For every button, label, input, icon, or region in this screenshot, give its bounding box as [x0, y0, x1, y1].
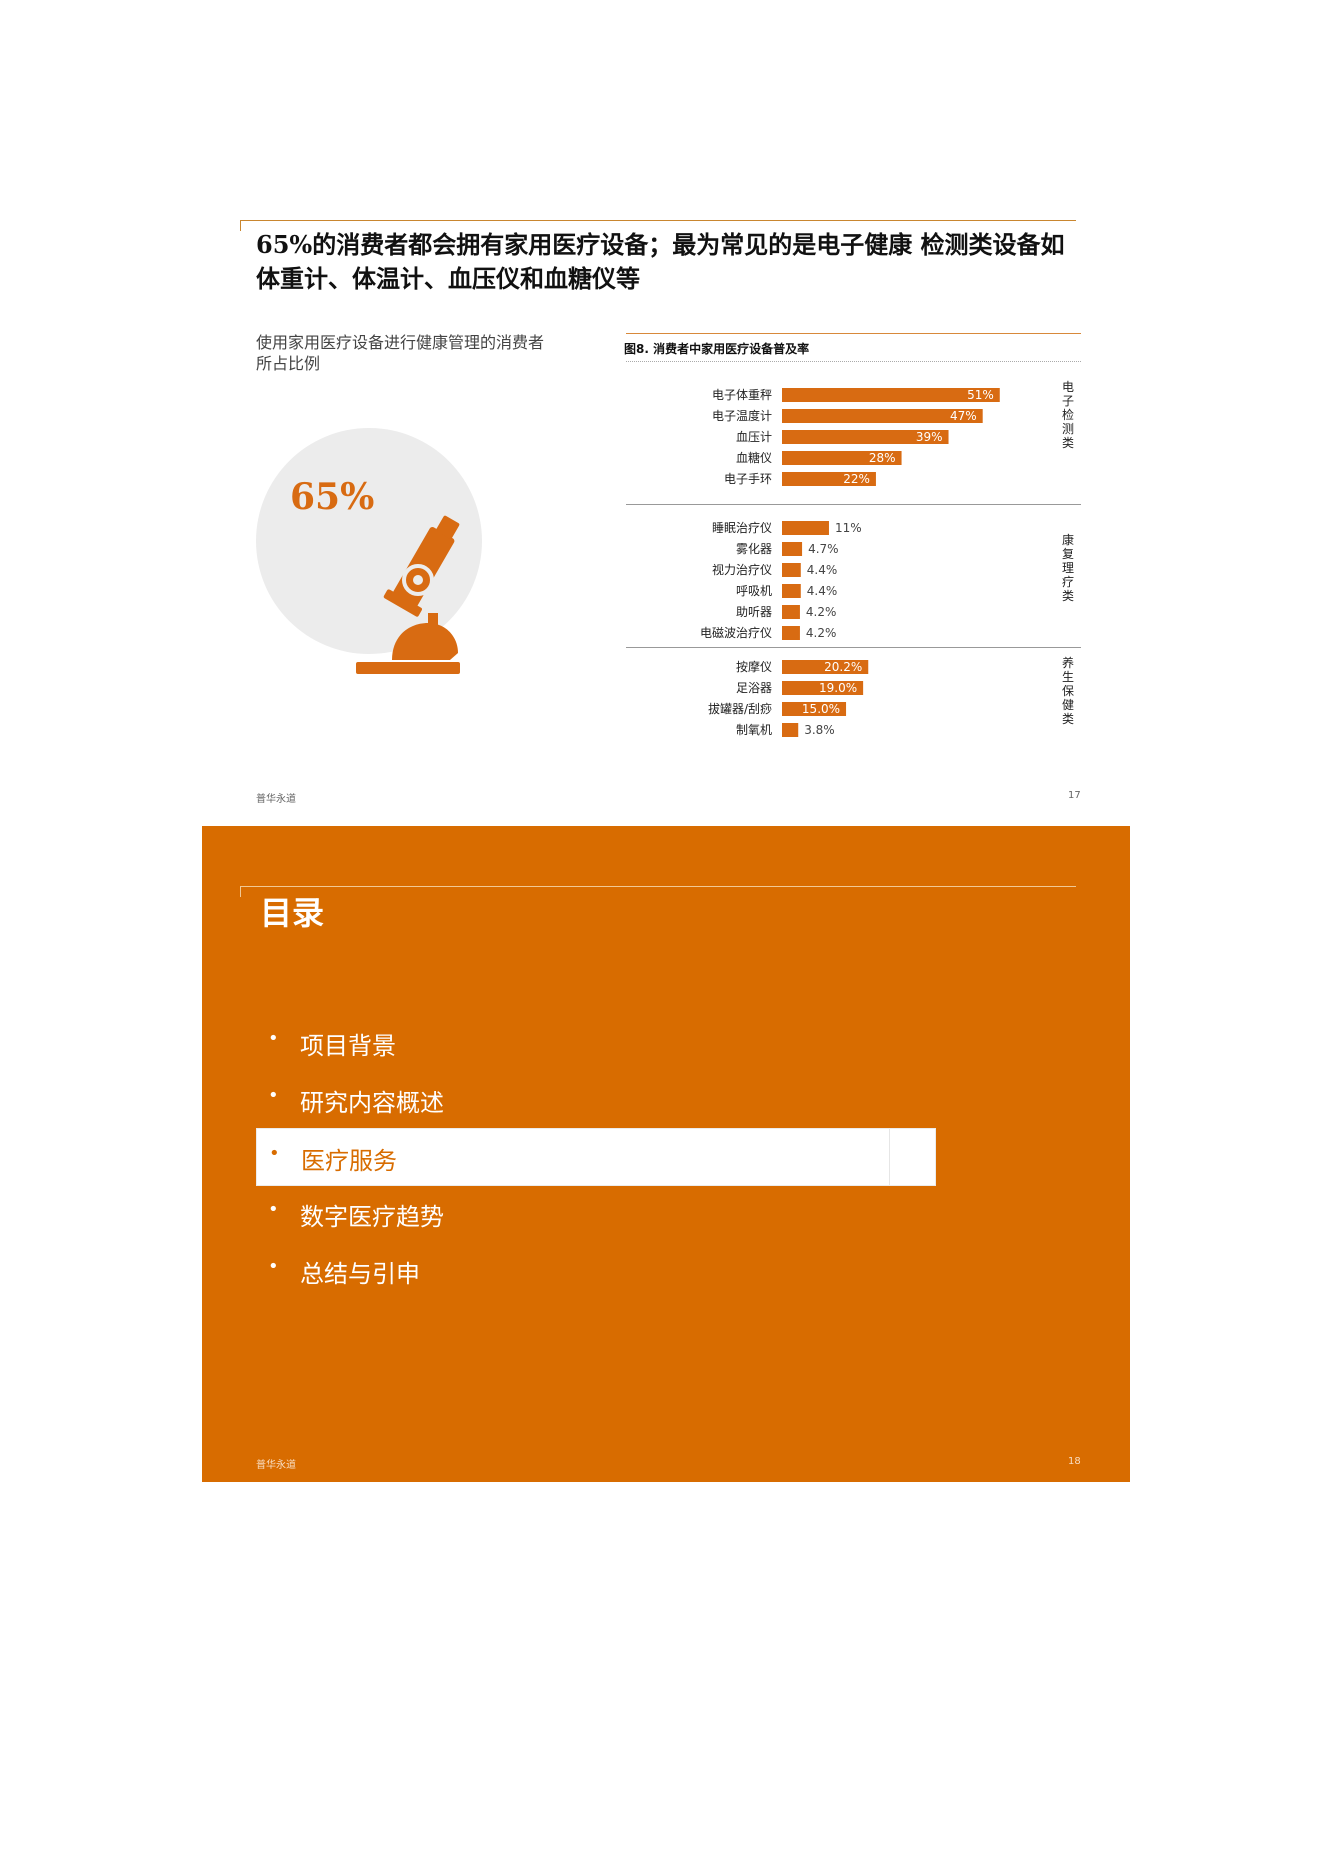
group-label-1: 电子检测类 [1061, 380, 1074, 450]
category-label: 雾化器 [736, 542, 772, 556]
category-label: 血压计 [736, 430, 772, 444]
category-label: 按摩仪 [736, 659, 772, 674]
bar [782, 563, 801, 577]
device-penetration-chart: 电子体重秤 51% 电子温度计 47% 血压计 39% 血糖仪 28% 电子手环 22% 睡眠治疗仪… [700, 388, 1000, 737]
toc-item-label: 研究内容概述 [300, 1089, 444, 1117]
bullet-icon: • [268, 1199, 279, 1220]
toc-item-summary[interactable]: • 总结与引申 [256, 1242, 934, 1298]
category-label: 足浴器 [736, 681, 772, 695]
bar [782, 542, 803, 556]
category-label: 拔罐器/刮痧 [708, 701, 772, 716]
category-label: 助听器 [736, 605, 772, 619]
category-label: 电磁波治疗仪 [700, 625, 772, 640]
toc-item-label: 总结与引申 [300, 1260, 420, 1288]
toc-bracket [240, 886, 1076, 897]
category-label: 睡眠治疗仪 [712, 521, 772, 535]
highlight-separator [889, 1129, 890, 1185]
data-label: 3.8% [804, 723, 835, 737]
data-label: 51% [967, 388, 994, 402]
category-label: 呼吸机 [736, 584, 772, 598]
toc-item-label: 项目背景 [300, 1032, 396, 1060]
data-label: 39% [916, 430, 943, 444]
bullet-icon: • [268, 1085, 279, 1106]
microscope-icon [356, 515, 460, 674]
page-number: 17 [1068, 790, 1081, 801]
category-label: 电子温度计 [712, 408, 772, 423]
bar [782, 521, 829, 535]
chart-title: 图8. 消费者中家用医疗设备普及率 [624, 342, 810, 356]
toc-item-digital-trends[interactable]: • 数字医疗趋势 [256, 1185, 934, 1241]
chart-top-rule [626, 333, 1081, 334]
toc-title: 目录 [260, 894, 325, 932]
data-label: 11% [835, 521, 862, 535]
data-label: 4.2% [806, 605, 837, 619]
bar [782, 626, 800, 640]
data-label: 28% [869, 451, 896, 465]
bullet-icon: • [269, 1143, 280, 1164]
category-label: 电子手环 [724, 472, 772, 486]
toc-item-label: 医疗服务 [301, 1147, 397, 1175]
toc-item-background[interactable]: • 项目背景 [256, 1014, 934, 1070]
page-number: 18 [1068, 1456, 1081, 1467]
category-label: 电子体重秤 [712, 388, 772, 402]
data-label: 47% [950, 409, 977, 423]
bullet-icon: • [268, 1256, 279, 1277]
slide-title: 65%的消费者都会拥有家用医疗设备；最为常见的是电子健康 检测类设备如体重计、体… [256, 230, 1065, 293]
data-label: 4.4% [807, 584, 838, 598]
category-label: 视力治疗仪 [712, 562, 772, 577]
toc-item-label: 数字医疗趋势 [300, 1203, 444, 1231]
bar [782, 584, 801, 598]
category-label: 制氧机 [736, 723, 772, 737]
toc-item-medical-services[interactable]: • 医疗服务 [256, 1128, 936, 1186]
group-label-2: 康复理疗类 [1061, 533, 1074, 603]
data-label: 19.0% [819, 681, 857, 695]
group-label-3: 养生保健类 [1061, 656, 1074, 726]
category-label: 血糖仪 [736, 450, 772, 465]
footer-brand: 普华永道 [256, 1460, 296, 1471]
data-label: 22% [843, 472, 870, 486]
bar [782, 605, 800, 619]
data-label: 4.4% [807, 563, 838, 577]
footer-brand: 普华永道 [256, 794, 296, 805]
data-label: 4.7% [808, 542, 839, 556]
bar [782, 723, 799, 737]
stat-description: 使用家用医疗设备进行健康管理的消费者所占比例 [256, 333, 545, 373]
data-label: 4.2% [806, 626, 837, 640]
toc-item-overview[interactable]: • 研究内容概述 [256, 1071, 934, 1127]
data-label: 15.0% [802, 702, 840, 716]
bullet-icon: • [268, 1028, 279, 1049]
data-label: 20.2% [824, 660, 862, 674]
